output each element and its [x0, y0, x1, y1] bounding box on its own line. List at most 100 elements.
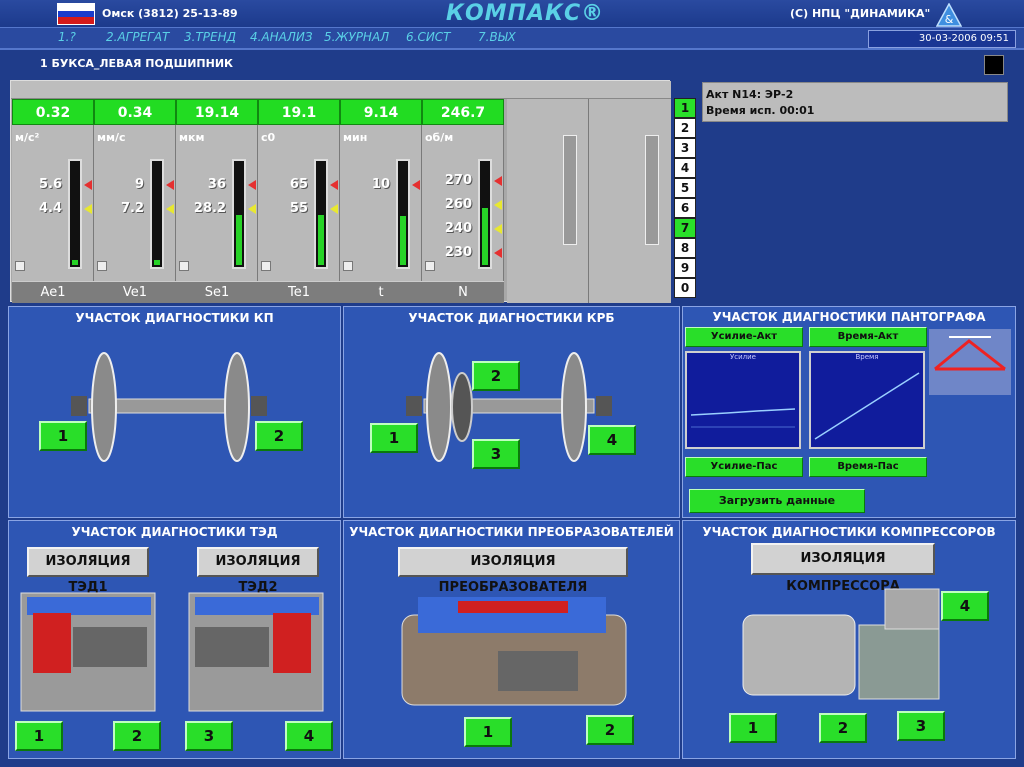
gauge-label: Te1 [258, 281, 340, 303]
ted-button-2[interactable]: 2 [113, 721, 161, 751]
ted-button-1[interactable]: 1 [15, 721, 63, 751]
channel-button-4[interactable]: 4 [674, 158, 696, 178]
gauge-unit: об/м [425, 131, 454, 144]
channel-button-3[interactable]: 3 [674, 138, 696, 158]
channel-button-8[interactable]: 8 [674, 238, 696, 258]
channel-button-6[interactable]: 6 [674, 198, 696, 218]
kp-button-2[interactable]: 2 [255, 421, 303, 451]
section-krb-title: УЧАСТОК ДИАГНОСТИКИ КРБ [408, 311, 615, 325]
menu-help[interactable]: 1.? [58, 30, 76, 44]
gauge-checkbox[interactable] [343, 261, 353, 271]
channel-button-7[interactable]: 7 [674, 218, 696, 238]
menu-aggregate[interactable]: 2.АГРЕГАТ [106, 30, 169, 44]
gauge-label: Ae1 [12, 281, 94, 303]
gauge-threshold: 55 [289, 201, 308, 216]
menu-trend[interactable]: 3.ТРЕНД [184, 30, 236, 44]
gauge-ve1: 0.34 мм/с 9 7.2 Ve1 [94, 99, 176, 303]
gauge-bar-fill [400, 216, 406, 265]
gauge-unit: мкм [179, 131, 205, 144]
time-act-button[interactable]: Время-Акт [809, 327, 927, 347]
gauge-threshold: 10 [371, 177, 390, 192]
channel-button-0[interactable]: 0 [674, 278, 696, 298]
gauge-checkbox[interactable] [425, 261, 435, 271]
time-pas-button[interactable]: Время-Пас [809, 457, 927, 477]
gauge-bar [478, 159, 492, 269]
dinamika-logo-icon: & [936, 3, 962, 27]
threshold-marker-icon [84, 204, 92, 214]
channel-button-9[interactable]: 9 [674, 258, 696, 278]
compressor-image [742, 588, 940, 700]
compressor-button-1[interactable]: 1 [729, 713, 777, 743]
force-pas-button[interactable]: Усилие-Пас [685, 457, 803, 477]
compressor-button-3[interactable]: 3 [897, 711, 945, 741]
gauge-value: 9.14 [340, 99, 422, 125]
gauge-bar-fill [154, 260, 160, 265]
krb-button-3[interactable]: 3 [472, 439, 520, 469]
gauge-n: 246.7 об/м 270 260 240 230 N [422, 99, 504, 303]
gauge-label: N [422, 281, 504, 303]
channel-button-5[interactable]: 5 [674, 178, 696, 198]
gauge-threshold: 4.4 [38, 201, 62, 216]
threshold-marker-icon [494, 176, 502, 186]
gauge-threshold: 65 [289, 177, 308, 192]
krb-button-2[interactable]: 2 [472, 361, 520, 391]
gauge-threshold: 9 [134, 177, 144, 192]
gauge-value: 19.14 [176, 99, 258, 125]
section-pantograph: УЧАСТОК ДИАГНОСТИКИ ПАНТОГРАФА Усилие-Ак… [682, 306, 1016, 518]
ted2-isolation-button[interactable]: ИЗОЛЯЦИЯ ТЭД2 [197, 547, 319, 595]
menu-system[interactable]: 6.СИСТ [406, 30, 451, 44]
gauge-value: 0.34 [94, 99, 176, 125]
menu-journal[interactable]: 5.ЖУРНАЛ [324, 30, 389, 44]
gauge-threshold: 36 [207, 177, 226, 192]
ted-button-3[interactable]: 3 [185, 721, 233, 751]
krb-button-4[interactable]: 4 [588, 425, 636, 455]
section-ted: УЧАСТОК ДИАГНОСТИКИ ТЭД ИЗОЛЯЦИЯ ТЭД1 ИЗ… [8, 520, 341, 759]
gauge-ae1: 0.32 м/с² 5.6 4.4 Ae1 [12, 99, 94, 303]
gauge-empty [507, 99, 589, 303]
section-converter: УЧАСТОК ДИАГНОСТИКИ ПРЕОБРАЗОВАТЕЛЕЙ ИЗО… [343, 520, 680, 759]
section-kp-title: УЧАСТОК ДИАГНОСТИКИ КП [75, 311, 274, 325]
force-act-button[interactable]: Усилие-Акт [685, 327, 803, 347]
gauge-value: 0.32 [12, 99, 94, 125]
ted2-motor-image [188, 592, 324, 712]
converter-isolation-button[interactable]: ИЗОЛЯЦИЯ ПРЕОБРАЗОВАТЕЛЯ [398, 547, 628, 595]
act-info-panel: Акт N14: ЭР-2 Время исп. 00:01 [702, 82, 1008, 122]
section-kp: УЧАСТОК ДИАГНОСТИКИ КП 1 2 [8, 306, 341, 518]
krb-button-1[interactable]: 1 [370, 423, 418, 453]
gauge-bar-fill [236, 215, 242, 265]
gauge-checkbox[interactable] [261, 261, 271, 271]
gauge-checkbox[interactable] [97, 261, 107, 271]
gauge-label: t [340, 281, 422, 303]
load-data-button[interactable]: Загрузить данные [689, 489, 865, 513]
gauge-bar [314, 159, 328, 269]
ted-button-4[interactable]: 4 [285, 721, 333, 751]
channel-number-column: 1234567890 [674, 98, 698, 302]
gauge-bar-fill [318, 215, 324, 265]
title-bar: Омск (3812) 25-13-89 КОМПАКС® (С) НПЦ "Д… [0, 0, 1024, 28]
converter-button-1[interactable]: 1 [464, 717, 512, 747]
section-compressor-title: УЧАСТОК ДИАГНОСТИКИ КОМПРЕССОРОВ [702, 525, 996, 539]
gauge-bar-fill [482, 208, 488, 265]
gauge-value: 19.1 [258, 99, 340, 125]
compressor-button-4[interactable]: 4 [941, 591, 989, 621]
time-chart-label: Время [855, 353, 879, 361]
channel-button-2[interactable]: 2 [674, 118, 696, 138]
compressor-button-2[interactable]: 2 [819, 713, 867, 743]
time-chart: Время [809, 351, 925, 449]
gauge-threshold: 5.6 [38, 177, 62, 192]
converter-button-2[interactable]: 2 [586, 715, 634, 745]
gauge-te1: 19.1 с0 65 55 Te1 [258, 99, 340, 303]
ted1-isolation-button[interactable]: ИЗОЛЯЦИЯ ТЭД1 [27, 547, 149, 595]
threshold-marker-icon [248, 180, 256, 190]
threshold-marker-icon [494, 224, 502, 234]
gauge-threshold: 230 [444, 245, 472, 260]
gauge-bar-fill [72, 260, 78, 265]
gauge-checkbox[interactable] [179, 261, 189, 271]
kp-button-1[interactable]: 1 [39, 421, 87, 451]
converter-image [401, 597, 627, 706]
menu-exit[interactable]: 7.ВЫХ [478, 30, 516, 44]
channel-button-1[interactable]: 1 [674, 98, 696, 118]
compressor-isolation-button[interactable]: ИЗОЛЯЦИЯ КОМПРЕССОРА [751, 543, 935, 594]
menu-analysis[interactable]: 4.АНАЛИЗ [250, 30, 313, 44]
gauge-checkbox[interactable] [15, 261, 25, 271]
